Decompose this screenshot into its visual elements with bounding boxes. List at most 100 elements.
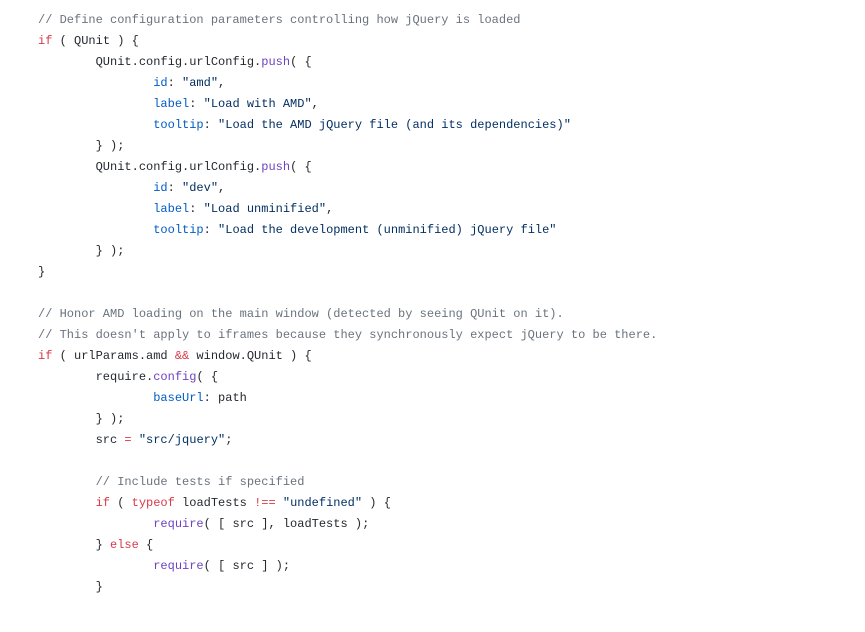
code-token-string: "Load with AMD" xyxy=(204,97,312,111)
code-token-plain: ( { xyxy=(290,55,312,69)
code-line: QUnit.config.urlConfig.push( { xyxy=(38,160,312,174)
code-token-plain: , xyxy=(312,97,319,111)
code-token-plain: } ); xyxy=(38,412,124,426)
code-token-plain: } xyxy=(38,580,103,594)
code-line: } xyxy=(38,580,103,594)
code-line: // Define configuration parameters contr… xyxy=(38,13,520,27)
code-token-plain: } xyxy=(38,538,110,552)
code-token-func: require xyxy=(153,559,203,573)
code-token-keyword: && xyxy=(175,349,189,363)
code-token-keyword: typeof xyxy=(132,496,175,510)
code-line: } ); xyxy=(38,139,124,153)
code-token-string: "Load the AMD jQuery file (and its depen… xyxy=(218,118,571,132)
code-token-func: require xyxy=(153,517,203,531)
code-line: label: "Load unminified", xyxy=(38,202,333,216)
code-line: QUnit.config.urlConfig.push( { xyxy=(38,55,312,69)
code-line: if ( QUnit ) { xyxy=(38,34,139,48)
code-token-keyword: if xyxy=(38,349,52,363)
code-token-plain: ( [ src ] ); xyxy=(204,559,290,573)
code-line: } else { xyxy=(38,538,153,552)
code-line: if ( urlParams.amd && window.QUnit ) { xyxy=(38,349,312,363)
code-token-plain: , xyxy=(218,181,225,195)
code-token-keyword: !== xyxy=(254,496,276,510)
code-token-string: "Load the development (unminified) jQuer… xyxy=(218,223,556,237)
code-token-plain xyxy=(38,496,96,510)
code-token-string: "dev" xyxy=(182,181,218,195)
code-token-plain: window.QUnit ) { xyxy=(189,349,311,363)
code-token-plain: ) { xyxy=(362,496,391,510)
code-token-plain: : xyxy=(168,76,182,90)
code-line: } xyxy=(38,265,45,279)
code-token-plain xyxy=(276,496,283,510)
code-token-comment: // Honor AMD loading on the main window … xyxy=(38,307,564,321)
code-line: if ( typeof loadTests !== "undefined" ) … xyxy=(38,496,391,510)
code-token-comment: // This doesn't apply to iframes because… xyxy=(38,328,657,342)
code-line: require.config( { xyxy=(38,370,218,384)
code-token-plain: : xyxy=(189,202,203,216)
code-line: tooltip: "Load the AMD jQuery file (and … xyxy=(38,118,571,132)
code-token-plain: ( QUnit ) { xyxy=(52,34,138,48)
code-token-plain: : xyxy=(204,118,218,132)
code-token-plain xyxy=(38,517,153,531)
code-token-prop: id xyxy=(153,181,167,195)
code-token-plain: ( { xyxy=(290,160,312,174)
code-token-plain xyxy=(38,391,153,405)
code-line: // Honor AMD loading on the main window … xyxy=(38,307,564,321)
code-line: src = "src/jquery"; xyxy=(38,433,232,447)
code-block: // Define configuration parameters contr… xyxy=(0,0,865,598)
code-token-plain xyxy=(132,433,139,447)
code-token-plain xyxy=(38,118,153,132)
code-token-keyword: = xyxy=(124,433,131,447)
code-token-string: "undefined" xyxy=(283,496,362,510)
code-line: id: "amd", xyxy=(38,76,225,90)
code-token-plain: require. xyxy=(38,370,153,384)
code-token-string: "amd" xyxy=(182,76,218,90)
code-token-plain: : xyxy=(204,223,218,237)
code-token-plain: ( xyxy=(110,496,132,510)
code-token-keyword: else xyxy=(110,538,139,552)
code-token-plain xyxy=(38,475,96,489)
code-token-comment: // Define configuration parameters contr… xyxy=(38,13,520,27)
code-token-plain xyxy=(38,76,153,90)
code-line: // This doesn't apply to iframes because… xyxy=(38,328,657,342)
code-token-plain: ( [ src ], loadTests ); xyxy=(204,517,370,531)
code-line: tooltip: "Load the development (unminifi… xyxy=(38,223,557,237)
code-token-prop: tooltip xyxy=(153,118,203,132)
code-line: require( [ src ] ); xyxy=(38,559,290,573)
code-token-plain xyxy=(38,559,153,573)
code-token-plain: QUnit.config.urlConfig. xyxy=(38,55,261,69)
code-token-comment: // Include tests if specified xyxy=(96,475,305,489)
code-token-func: push xyxy=(261,55,290,69)
code-token-plain: : xyxy=(189,97,203,111)
code-token-plain: , xyxy=(218,76,225,90)
code-token-prop: id xyxy=(153,76,167,90)
code-token-prop: label xyxy=(153,202,189,216)
code-token-plain: } ); xyxy=(38,244,124,258)
code-token-string: "src/jquery" xyxy=(139,433,225,447)
code-token-plain xyxy=(38,97,153,111)
code-token-keyword: if xyxy=(38,34,52,48)
code-token-prop: baseUrl xyxy=(153,391,203,405)
code-token-plain: : xyxy=(168,181,182,195)
code-token-plain: ( { xyxy=(196,370,218,384)
code-line: id: "dev", xyxy=(38,181,225,195)
code-token-plain: loadTests xyxy=(175,496,254,510)
code-line: baseUrl: path xyxy=(38,391,247,405)
code-line: } ); xyxy=(38,244,124,258)
code-token-func: config xyxy=(153,370,196,384)
code-token-prop: label xyxy=(153,97,189,111)
code-token-plain: ( urlParams.amd xyxy=(52,349,174,363)
code-token-prop: tooltip xyxy=(153,223,203,237)
code-token-plain xyxy=(38,181,153,195)
code-token-plain: ; xyxy=(225,433,232,447)
code-token-plain: { xyxy=(139,538,153,552)
code-token-plain: QUnit.config.urlConfig. xyxy=(38,160,261,174)
code-token-plain: src xyxy=(38,433,124,447)
code-line: } ); xyxy=(38,412,124,426)
code-token-plain: : path xyxy=(204,391,247,405)
code-token-plain: } xyxy=(38,265,45,279)
code-token-string: "Load unminified" xyxy=(204,202,326,216)
code-line: label: "Load with AMD", xyxy=(38,97,319,111)
code-line: // Include tests if specified xyxy=(38,475,304,489)
code-token-plain: } ); xyxy=(38,139,124,153)
